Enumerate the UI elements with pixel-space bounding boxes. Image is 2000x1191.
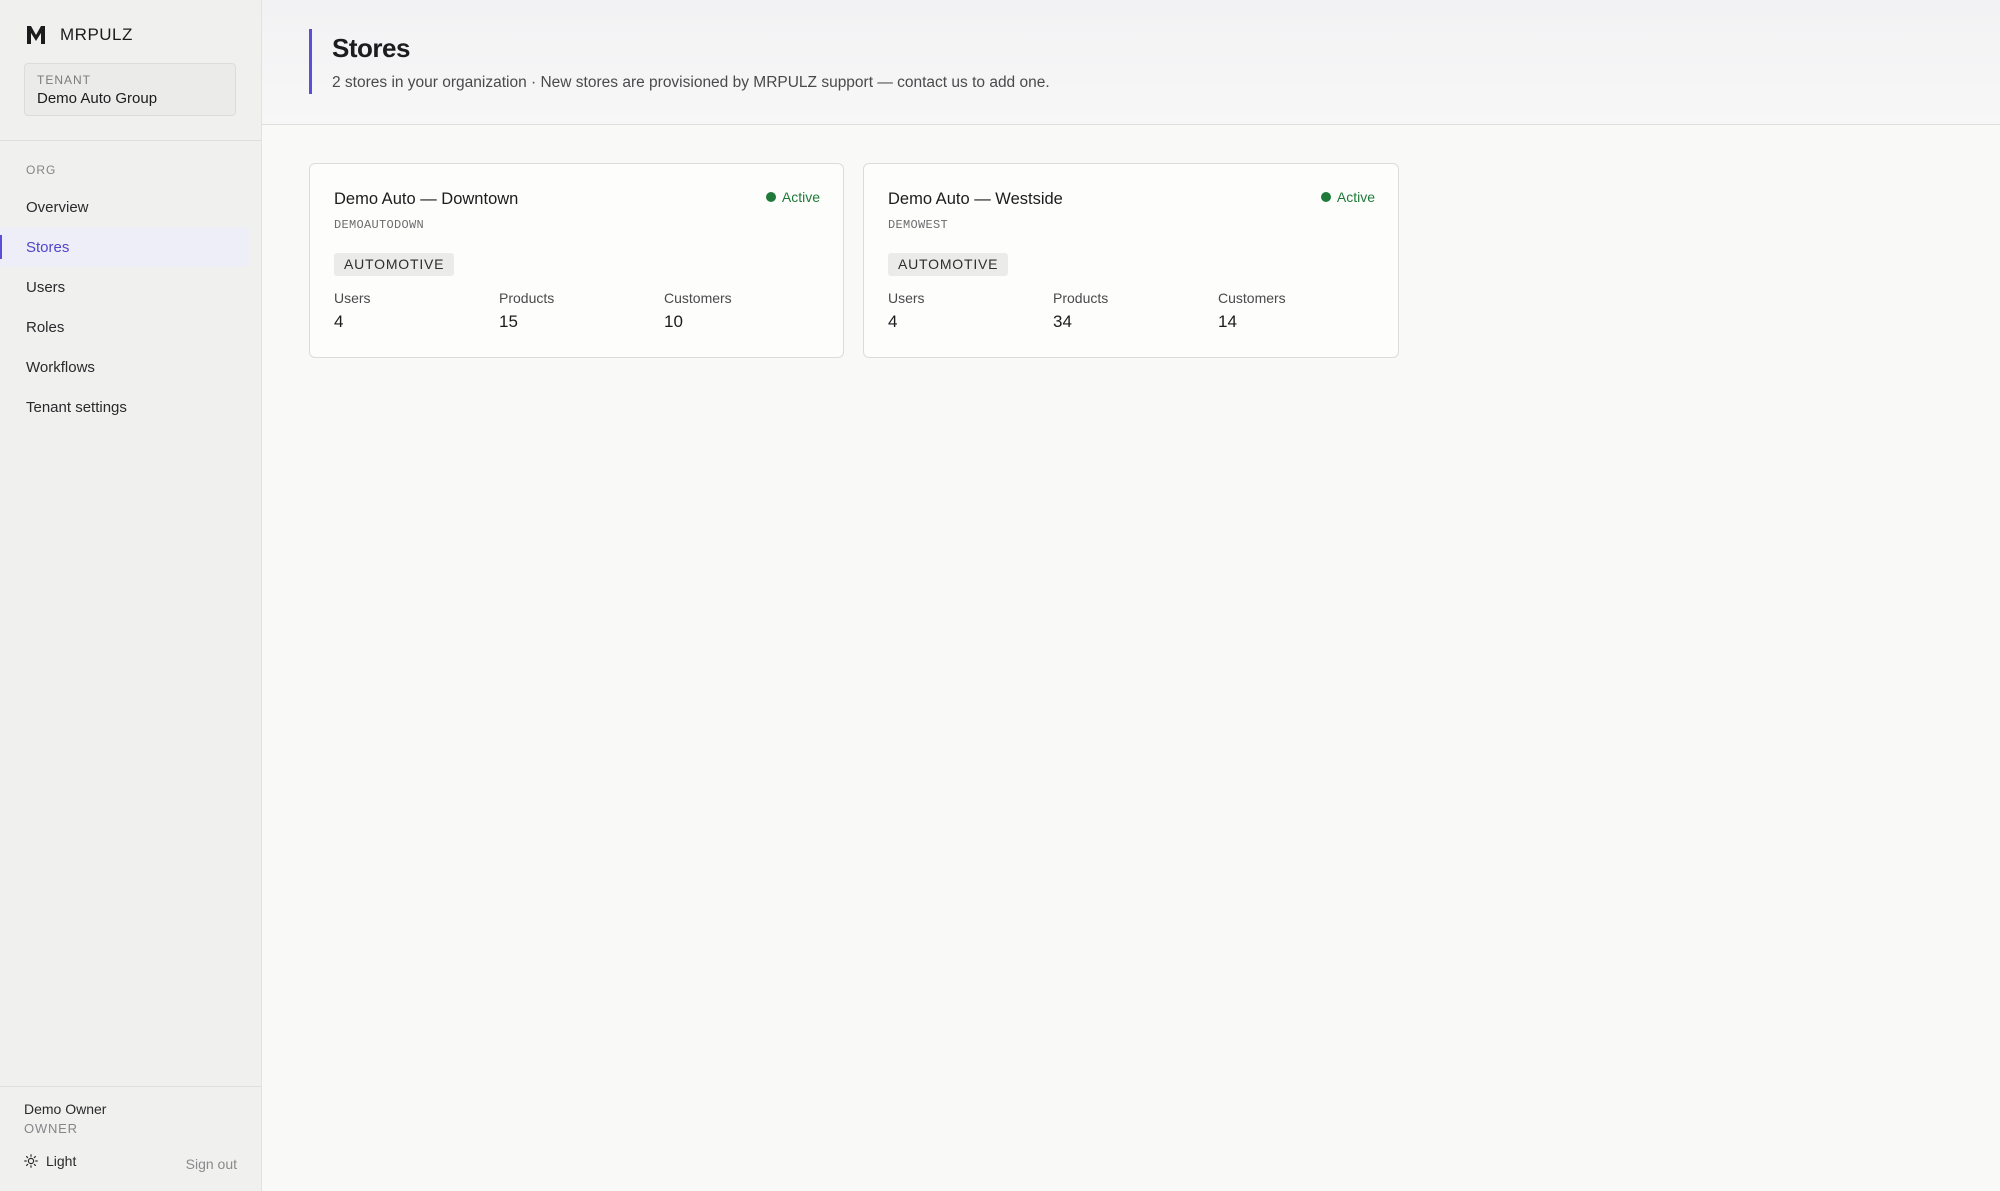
stat-value: 15 — [499, 312, 518, 331]
stat-products: Products 15 — [499, 290, 554, 332]
sidebar-item-tenant-settings[interactable]: Tenant settings — [0, 387, 249, 427]
theme-toggle-label: Light — [46, 1153, 77, 1169]
stat-users: Users 4 — [334, 290, 371, 332]
page-header: Stores 2 stores in your organization · N… — [262, 0, 2000, 125]
sidebar-item-label: Users — [26, 278, 66, 296]
status-label: Active — [781, 189, 820, 205]
sidebar: MRPULZ TENANT Demo Auto Group ORG Overvi… — [0, 0, 262, 1191]
stat-users: Users 4 — [888, 290, 925, 332]
sidebar-item-overview[interactable]: Overview — [0, 187, 249, 227]
industry-tag: AUTOMOTIVE — [334, 253, 455, 276]
stat-customers: Customers 10 — [664, 290, 732, 332]
stat-value: 34 — [1053, 312, 1072, 331]
stat-label: Products — [1053, 290, 1109, 306]
brand[interactable]: MRPULZ — [26, 24, 133, 46]
sidebar-footer-divider — [0, 1086, 261, 1087]
sun-icon — [24, 1154, 38, 1168]
stat-value: 4 — [334, 312, 344, 331]
sidebar-item-label: Stores — [26, 238, 70, 256]
tenant-label: TENANT — [37, 73, 91, 87]
store-name: Demo Auto — Westside — [888, 190, 1063, 208]
status-label: Active — [1336, 189, 1375, 205]
sidebar-item-roles[interactable]: Roles — [0, 307, 249, 347]
tenant-name: Demo Auto Group — [37, 90, 158, 107]
status-dot-icon — [765, 192, 776, 202]
sidebar-item-users[interactable]: Users — [0, 267, 249, 307]
sidebar-item-stores[interactable]: Stores — [0, 227, 249, 267]
user-name: Demo Owner — [24, 1101, 107, 1117]
stat-label: Customers — [1218, 290, 1286, 306]
user-role: OWNER — [24, 1121, 78, 1136]
stat-products: Products 34 — [1053, 290, 1108, 332]
store-card[interactable]: Demo Auto — Westside DEMOWEST Active AUT… — [863, 163, 1399, 358]
sidebar-item-workflows[interactable]: Workflows — [0, 347, 249, 387]
status-badge: Active — [765, 189, 820, 205]
stat-customers: Customers 14 — [1218, 290, 1286, 332]
stat-value: 10 — [664, 312, 683, 331]
store-name: Demo Auto — Downtown — [334, 190, 519, 208]
store-code: DEMOWEST — [888, 218, 949, 232]
nav-section-label: ORG — [26, 163, 57, 177]
sidebar-nav: Overview Stores Users Roles Workflows Te… — [0, 187, 261, 427]
store-card[interactable]: Demo Auto — Downtown DEMOAUTODOWN Active… — [309, 163, 844, 358]
brand-name: MRPULZ — [60, 25, 133, 44]
sidebar-item-label: Workflows — [26, 358, 95, 376]
stat-label: Products — [499, 290, 555, 306]
industry-tag: AUTOMOTIVE — [888, 253, 1009, 276]
stat-label: Customers — [664, 290, 732, 306]
status-badge: Active — [1320, 189, 1375, 205]
header-accent-bar — [309, 29, 312, 94]
sign-out-button[interactable]: Sign out — [186, 1156, 237, 1172]
stat-value: 14 — [1218, 312, 1237, 331]
store-code: DEMOAUTODOWN — [334, 218, 425, 232]
sidebar-item-label: Roles — [26, 318, 65, 336]
sidebar-item-label: Tenant settings — [26, 398, 127, 416]
sidebar-item-label: Overview — [26, 198, 89, 216]
sidebar-divider — [0, 140, 261, 141]
tenant-switcher[interactable]: TENANT Demo Auto Group — [24, 63, 236, 116]
status-dot-icon — [1320, 192, 1331, 202]
page-title: Stores — [332, 33, 410, 63]
stat-value: 4 — [888, 312, 898, 331]
page-subtitle: 2 stores in your organization · New stor… — [332, 74, 1050, 91]
stat-label: Users — [888, 290, 925, 306]
theme-toggle[interactable]: Light — [24, 1153, 76, 1169]
stat-label: Users — [334, 290, 371, 306]
m-logo-icon — [27, 26, 45, 44]
